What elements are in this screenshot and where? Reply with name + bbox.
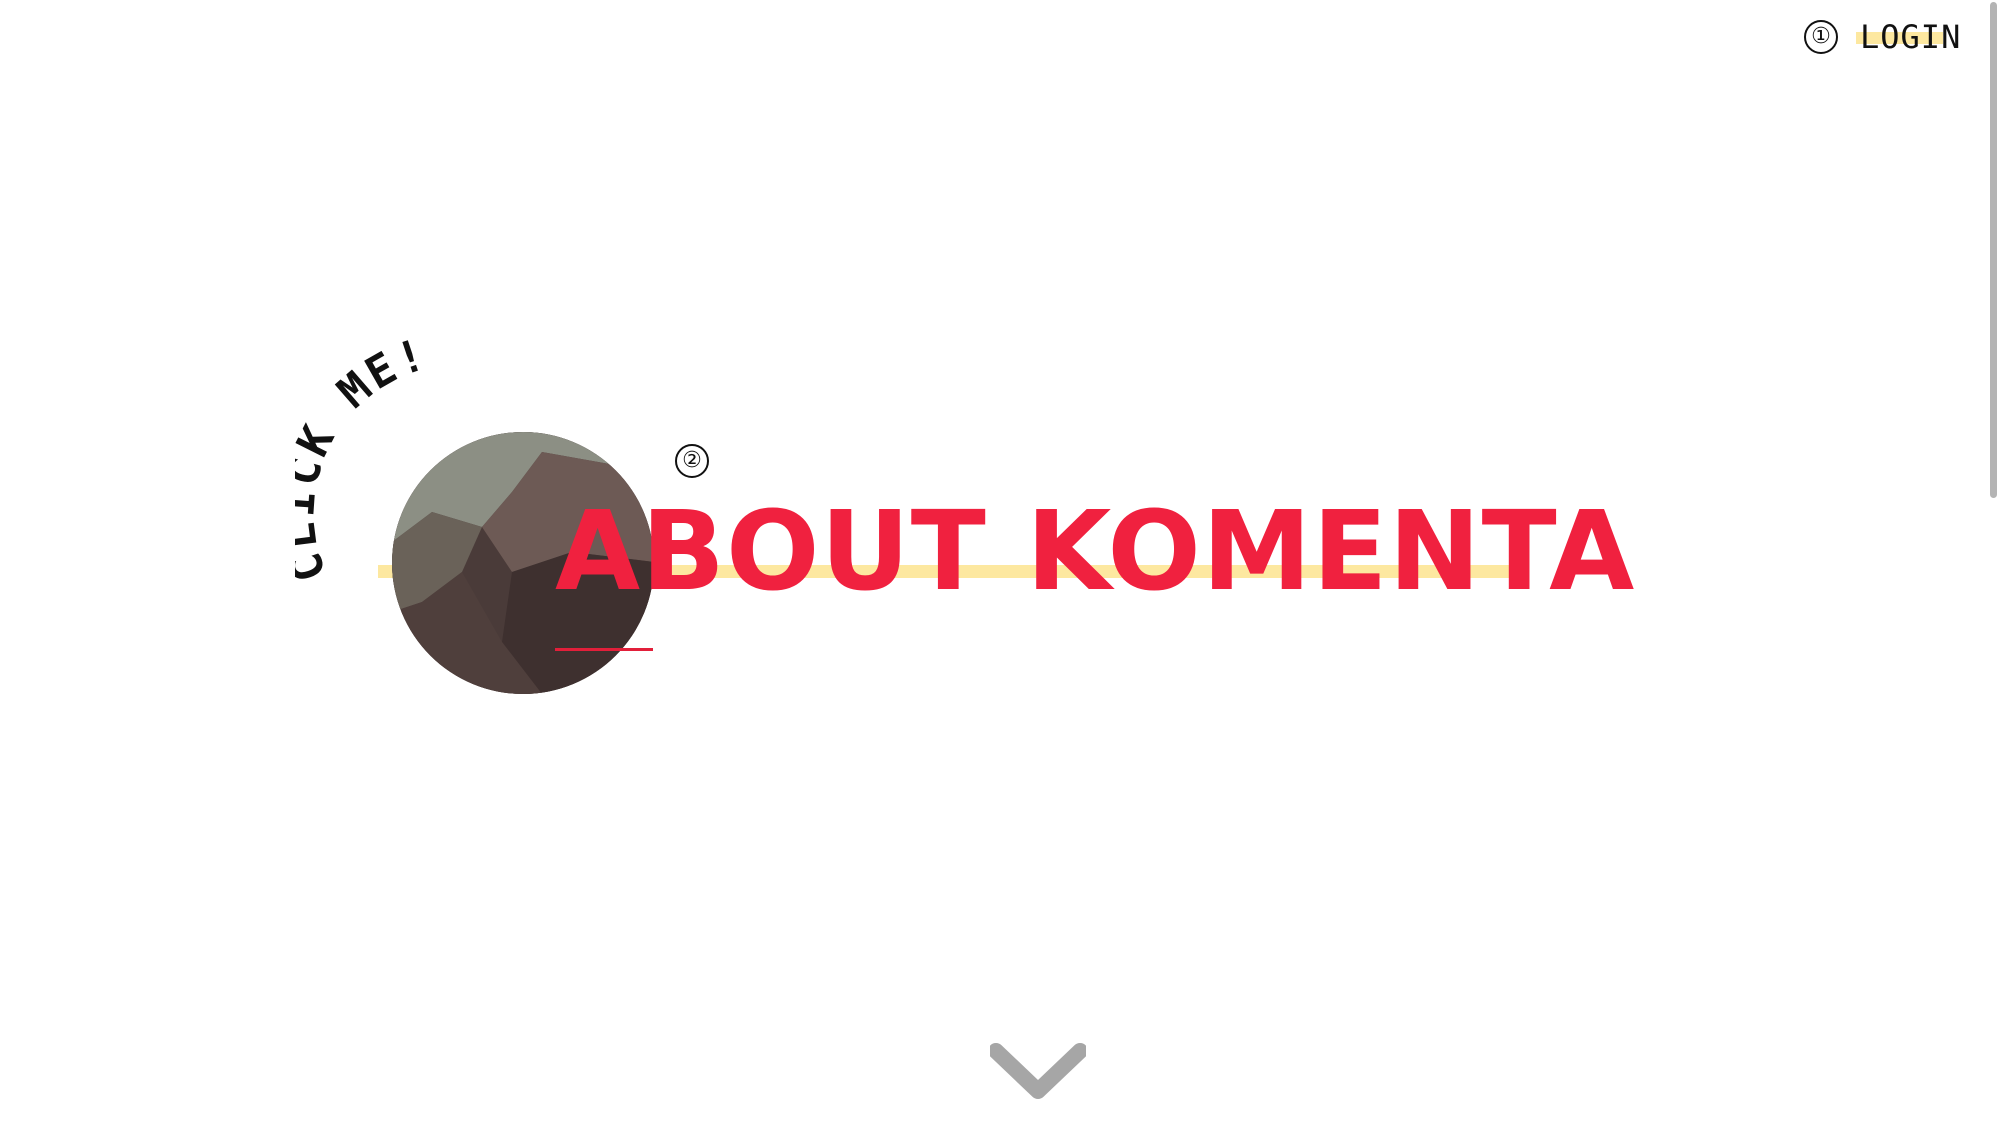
chevron-down-icon — [988, 1043, 1088, 1099]
click-me-text: CLICK ME! — [295, 330, 431, 588]
scrollbar-thumb[interactable] — [1990, 2, 1997, 498]
title-underline — [555, 648, 653, 651]
login-label-wrap: LOGIN — [1856, 18, 1961, 56]
login-link[interactable]: ① LOGIN — [1804, 18, 1961, 56]
scroll-down-button[interactable] — [988, 1043, 1088, 1103]
page-title: ABOUT KOMENTA — [555, 487, 1636, 615]
marker-1: ① — [1804, 20, 1838, 54]
scrollbar-track[interactable] — [1986, 0, 2000, 1125]
page: ① LOGIN CLICK ME! ② ABOUT KOMENTA — [0, 0, 2000, 1125]
marker-2: ② — [675, 444, 709, 478]
login-label[interactable]: LOGIN — [1860, 18, 1961, 56]
click-me-label[interactable]: CLICK ME! — [295, 330, 525, 590]
svg-text:CLICK ME!: CLICK ME! — [295, 330, 434, 588]
